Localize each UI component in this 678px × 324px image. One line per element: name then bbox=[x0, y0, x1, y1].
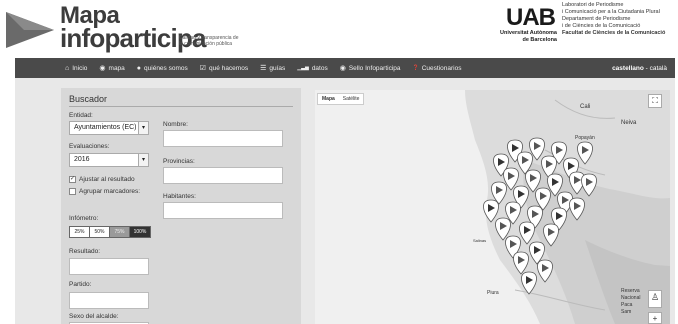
place-label: Cali bbox=[580, 104, 591, 110]
nav-item-label: guías bbox=[269, 64, 286, 72]
fullscreen-icon[interactable]: ⛶ bbox=[648, 94, 662, 108]
infometer-buttons: 25% 50% 75% 100% bbox=[69, 226, 151, 238]
nav-item-sello[interactable]: ◉ Sello Infoparticipa bbox=[334, 58, 407, 78]
logo-tagline: Calidad y transparencia de la comunicaci… bbox=[179, 35, 239, 47]
group-markers-checkbox[interactable]: Agrupar marcadores: bbox=[69, 188, 140, 195]
group-label: Agrupar marcadores: bbox=[79, 188, 141, 195]
nav-item-label: quiénes somos bbox=[144, 64, 188, 72]
nav-item-datos[interactable]: ▁▃▅ datos bbox=[291, 58, 333, 78]
institution-line-2: i Comunicació per a la Ciutadania Plural bbox=[562, 9, 660, 15]
result-label: Resultado: bbox=[69, 248, 101, 255]
institution-line-5: Facultat de Ciències de la Comunicació bbox=[562, 30, 666, 36]
user-icon: ● bbox=[136, 64, 142, 72]
institution-line-1: Laboratori de Periodisme bbox=[562, 2, 624, 8]
chevron-down-icon: ▾ bbox=[138, 122, 148, 134]
nav-item-cuestionarios[interactable]: ❓ Cuestionarios bbox=[407, 58, 468, 78]
check-square-icon: ☑ bbox=[199, 65, 207, 72]
checkbox-checked-icon: ✓ bbox=[69, 176, 76, 183]
institution-line-3: Departament de Periodisme bbox=[562, 16, 631, 22]
place-label: Popayán bbox=[575, 135, 595, 141]
home-icon: ⌂ bbox=[65, 64, 70, 72]
place-label: Neiva bbox=[621, 120, 637, 126]
infometer-100-button[interactable]: 100% bbox=[130, 227, 150, 237]
divider bbox=[69, 106, 293, 107]
entity-value: Ayuntamientos (EC) bbox=[74, 124, 137, 131]
nav-item-label: Inicio bbox=[72, 64, 88, 72]
language-switcher: castellano - català bbox=[604, 65, 675, 72]
question-icon: ❓ bbox=[412, 65, 419, 71]
map-marker-icon: ◉ bbox=[339, 65, 346, 72]
evaluations-value: 2016 bbox=[74, 156, 90, 163]
main-navbar: ⌂ Inicio ◉ mapa ● quiénes somos ☑ qué ha… bbox=[15, 58, 675, 78]
infometer-25-button[interactable]: 25% bbox=[70, 227, 90, 237]
logo-triangle-icon bbox=[6, 12, 54, 48]
map-type-tabs: Mapa Satélite bbox=[317, 93, 365, 105]
adjust-label: Ajustar al resultado bbox=[79, 176, 135, 183]
lang-catala[interactable]: català bbox=[650, 65, 667, 72]
nav-item-label: datos bbox=[311, 64, 328, 72]
inhabitants-label: Habitantes: bbox=[163, 193, 196, 200]
chevron-down-icon: ▾ bbox=[138, 154, 148, 166]
place-label: Sam bbox=[621, 309, 632, 315]
nav-item-quienes-somos[interactable]: ● quiénes somos bbox=[131, 58, 194, 78]
map-view[interactable]: Mapa Satélite Cali Neiva Popayán Salinas… bbox=[315, 90, 670, 324]
place-label: Reserva bbox=[621, 288, 640, 294]
list-icon: ☰ bbox=[260, 65, 267, 72]
checkbox-icon bbox=[69, 188, 76, 195]
inhabitants-input[interactable] bbox=[163, 202, 283, 219]
infometer-label: Infómetro: bbox=[69, 215, 99, 222]
provinces-label: Provincias: bbox=[163, 158, 195, 165]
infometer-50-button[interactable]: 50% bbox=[90, 227, 110, 237]
nav-item-guias[interactable]: ☰ guías bbox=[254, 58, 291, 78]
nav-item-que-hacemos[interactable]: ☑ qué hacemos bbox=[194, 58, 254, 78]
evaluations-select[interactable]: 2016 ▾ bbox=[69, 153, 149, 167]
party-input[interactable] bbox=[69, 292, 149, 309]
search-title: Buscador bbox=[69, 94, 108, 104]
uab-name-line2: de Barcelona bbox=[522, 36, 557, 43]
provinces-input[interactable] bbox=[163, 167, 283, 184]
place-label: Nacional bbox=[621, 295, 641, 301]
nav-item-label: Sello Infoparticipa bbox=[348, 64, 401, 72]
main-content: Buscador Entidad: Ayuntamientos (EC) ▾ E… bbox=[15, 78, 675, 324]
uab-name: Universitat Autònoma de Barcelona bbox=[485, 30, 557, 43]
party-label: Partido: bbox=[69, 281, 92, 288]
lang-castellano[interactable]: castellano bbox=[612, 65, 644, 72]
place-label: Salinas bbox=[473, 238, 487, 243]
site-header: Mapa infoparticipa Calidad y transparenc… bbox=[0, 0, 678, 58]
nav-item-label: qué hacemos bbox=[209, 64, 249, 72]
street-view-icon[interactable]: ♙ bbox=[648, 290, 662, 308]
map-canvas bbox=[315, 90, 670, 324]
institution-line-4: i de Ciències de la Comunicació bbox=[562, 23, 641, 29]
institution-text: Laboratori de Periodisme i Comunicació p… bbox=[562, 2, 678, 37]
place-label: Paca bbox=[621, 302, 633, 308]
map-pin-icon: ◉ bbox=[99, 65, 106, 72]
entity-select[interactable]: Ayuntamientos (EC) ▾ bbox=[69, 121, 149, 135]
entity-label: Entidad: bbox=[69, 112, 93, 119]
evaluations-label: Evaluaciones: bbox=[69, 143, 110, 150]
search-panel: Buscador Entidad: Ayuntamientos (EC) ▾ E… bbox=[61, 88, 301, 324]
result-input[interactable] bbox=[69, 258, 149, 275]
nav-item-label: Cuestionarios bbox=[421, 64, 462, 72]
name-label: Nombre: bbox=[163, 121, 188, 128]
bar-chart-icon: ▁▃▅ bbox=[297, 65, 309, 71]
name-input[interactable] bbox=[163, 130, 283, 147]
adjust-checkbox[interactable]: ✓ Ajustar al resultado bbox=[69, 176, 135, 183]
tab-map[interactable]: Mapa bbox=[318, 94, 339, 104]
uab-logo[interactable]: UAB bbox=[505, 4, 556, 32]
nav-item-label: mapa bbox=[108, 64, 125, 72]
nav-item-inicio[interactable]: ⌂ Inicio bbox=[59, 58, 93, 78]
nav-item-mapa[interactable]: ◉ mapa bbox=[93, 58, 130, 78]
tab-satellite[interactable]: Satélite bbox=[339, 94, 364, 104]
mayor-sex-label: Sexo del alcalde: bbox=[69, 313, 119, 320]
infometer-75-button[interactable]: 75% bbox=[110, 227, 130, 237]
place-label: Piura bbox=[487, 290, 499, 296]
zoom-in-button[interactable]: + bbox=[648, 312, 662, 324]
